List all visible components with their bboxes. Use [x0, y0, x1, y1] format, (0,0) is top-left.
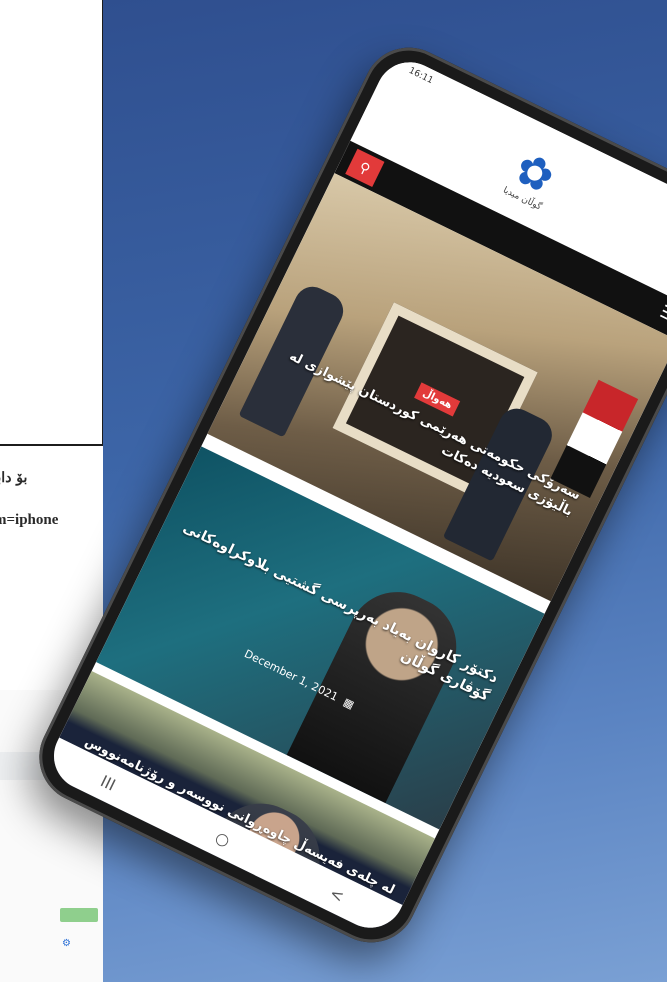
green-button[interactable]	[60, 908, 98, 922]
hamburger-icon[interactable]: ☰	[656, 301, 667, 327]
framed-box	[0, 0, 104, 446]
search-icon: ⚲	[356, 158, 373, 178]
side-url-text: m=iphone	[0, 512, 59, 528]
side-download-text: بۆ دابەزاند	[0, 470, 28, 486]
mini-logo-icon: ⚙	[62, 938, 71, 949]
back-button[interactable]: <	[327, 883, 347, 906]
recent-apps-button[interactable]: III	[98, 771, 119, 794]
home-button[interactable]: ○	[212, 827, 233, 850]
